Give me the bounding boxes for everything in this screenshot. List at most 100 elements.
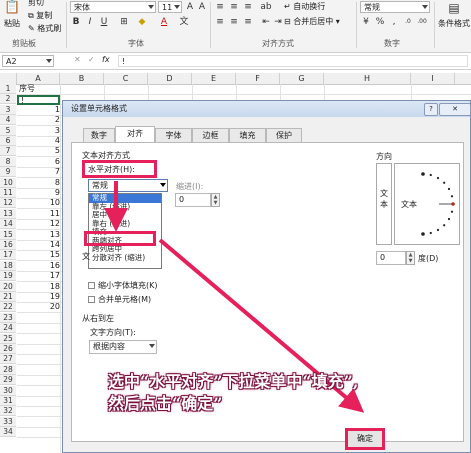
row-header[interactable]: 34 xyxy=(0,427,16,437)
paste-icon[interactable]: 📋 xyxy=(4,1,20,18)
row-header[interactable]: 13 xyxy=(0,209,16,219)
paste-button[interactable]: 粘贴 xyxy=(4,18,20,29)
row-header[interactable]: 9 xyxy=(0,167,16,177)
row-header[interactable]: 3 xyxy=(0,105,16,115)
row-header[interactable]: 7 xyxy=(0,146,16,156)
decrease-decimal-icon[interactable]: .00 xyxy=(416,16,428,28)
bold-button[interactable]: B xyxy=(70,16,82,28)
row-header[interactable]: 23 xyxy=(0,313,16,323)
merge-cells-checkbox[interactable] xyxy=(88,296,95,303)
cell-value[interactable]: 17 xyxy=(30,271,60,281)
format-painter-button[interactable]: ✎ 格式刷 xyxy=(28,23,61,34)
row-header[interactable]: 22 xyxy=(0,302,16,312)
align-center-icon[interactable]: ≡ xyxy=(228,16,240,28)
italic-button[interactable]: I xyxy=(84,16,96,28)
cell-a1[interactable]: 序号 xyxy=(19,84,35,94)
row-header[interactable]: 27 xyxy=(0,354,16,364)
align-right-icon[interactable]: ≡ xyxy=(242,16,254,28)
row-header[interactable]: 24 xyxy=(0,323,16,333)
column-header[interactable]: I xyxy=(411,73,455,84)
row-header[interactable]: 6 xyxy=(0,136,16,146)
row-header[interactable]: 11 xyxy=(0,188,16,198)
font-size-select[interactable]: 11 xyxy=(158,1,182,13)
cell-value[interactable]: 6 xyxy=(30,157,60,167)
name-box[interactable]: A2 xyxy=(2,55,54,67)
indent-icon[interactable]: ⇤ xyxy=(260,16,272,28)
row-header[interactable]: 15 xyxy=(0,230,16,240)
cell-value[interactable]: 4 xyxy=(30,136,60,146)
cell-value[interactable]: 11 xyxy=(30,209,60,219)
option-distributed[interactable]: 分散对齐 (缩进) xyxy=(89,253,161,263)
cell-value[interactable]: 10 xyxy=(30,198,60,208)
underline-button[interactable]: U xyxy=(98,16,110,28)
fill-color-icon[interactable]: ◆ xyxy=(136,16,148,28)
close-button[interactable]: ✕ xyxy=(439,103,471,116)
indent-input[interactable]: 0 xyxy=(175,193,211,207)
shrink-font-icon[interactable]: A xyxy=(196,1,208,13)
row-header[interactable]: 19 xyxy=(0,271,16,281)
row-header[interactable]: 17 xyxy=(0,250,16,260)
row-header[interactable]: 5 xyxy=(0,126,16,136)
copy-button[interactable]: ⧉ 复制 xyxy=(28,10,52,21)
text-direction-select[interactable]: 根据内容 xyxy=(89,340,157,354)
help-button[interactable]: ? xyxy=(424,103,438,116)
vertical-text-toggle[interactable]: 文本 xyxy=(376,163,392,245)
phonetic-icon[interactable]: 文 xyxy=(178,16,190,28)
row-header[interactable]: 25 xyxy=(0,334,16,344)
select-all-corner[interactable] xyxy=(0,73,17,84)
cut-button[interactable]: 剪切 xyxy=(28,0,44,8)
row-header[interactable]: 14 xyxy=(0,219,16,229)
tab-protection[interactable]: 保护 xyxy=(266,128,302,142)
column-header[interactable]: G xyxy=(280,73,324,84)
row-header[interactable]: 33 xyxy=(0,417,16,427)
align-bottom-icon[interactable]: ≡ xyxy=(242,1,254,13)
row-header[interactable]: 30 xyxy=(0,386,16,396)
cell-value[interactable]: 16 xyxy=(30,261,60,271)
grow-font-icon[interactable]: A xyxy=(184,1,196,13)
font-color-icon[interactable]: A xyxy=(158,16,170,28)
wrap-text-button[interactable]: ↵ 自动换行 xyxy=(284,1,325,12)
row-header[interactable]: 12 xyxy=(0,198,16,208)
column-header[interactable]: D xyxy=(148,73,192,84)
font-name-select[interactable]: 宋体 xyxy=(70,1,156,13)
conditional-format-icon[interactable]: ▤ xyxy=(446,2,462,18)
align-left-icon[interactable]: ≡ xyxy=(214,16,226,28)
cell-value[interactable]: 8 xyxy=(30,178,60,188)
cancel-icon[interactable]: ✕ xyxy=(74,55,81,64)
border-icon[interactable]: ⊞ xyxy=(118,16,130,28)
cell-value[interactable]: 12 xyxy=(30,219,60,229)
column-header[interactable]: F xyxy=(236,73,280,84)
row-header[interactable]: 4 xyxy=(0,115,16,125)
cell-value[interactable]: 19 xyxy=(30,292,60,302)
horizontal-align-select[interactable]: 常规 xyxy=(88,179,168,192)
align-top-icon[interactable]: ≡ xyxy=(214,1,226,13)
cell-value[interactable]: 2 xyxy=(30,115,60,125)
cell-value[interactable]: 20 xyxy=(30,302,60,312)
row-header[interactable]: 18 xyxy=(0,261,16,271)
cell-value[interactable]: 9 xyxy=(30,188,60,198)
row-header[interactable]: 31 xyxy=(0,396,16,406)
degree-input[interactable]: 0 xyxy=(376,251,406,265)
row-header[interactable]: 21 xyxy=(0,292,16,302)
tab-border[interactable]: 边框 xyxy=(192,128,229,142)
row-header[interactable]: 29 xyxy=(0,375,16,385)
row-header[interactable]: 2 xyxy=(0,94,16,104)
row-header[interactable]: 20 xyxy=(0,282,16,292)
column-header[interactable]: H xyxy=(324,73,411,84)
tab-number[interactable]: 数字 xyxy=(83,128,115,142)
row-header[interactable]: 8 xyxy=(0,157,16,167)
number-format-select[interactable]: 常规 xyxy=(360,1,430,13)
align-middle-icon[interactable]: ≡ xyxy=(228,1,240,13)
row-header[interactable]: 26 xyxy=(0,344,16,354)
row-header[interactable]: 16 xyxy=(0,240,16,250)
column-header[interactable]: B xyxy=(60,73,104,84)
row-header[interactable]: 28 xyxy=(0,365,16,375)
enter-icon[interactable]: ✓ xyxy=(88,55,95,64)
orientation-dial[interactable]: 文本 xyxy=(394,163,460,245)
tab-fill[interactable]: 填充 xyxy=(229,128,266,142)
column-header[interactable]: C xyxy=(104,73,148,84)
cell-value[interactable]: 15 xyxy=(30,250,60,260)
degree-spinner[interactable]: ▲ ▼ xyxy=(406,251,415,265)
column-header[interactable]: A xyxy=(17,73,60,84)
percent-icon[interactable]: % xyxy=(374,16,386,28)
